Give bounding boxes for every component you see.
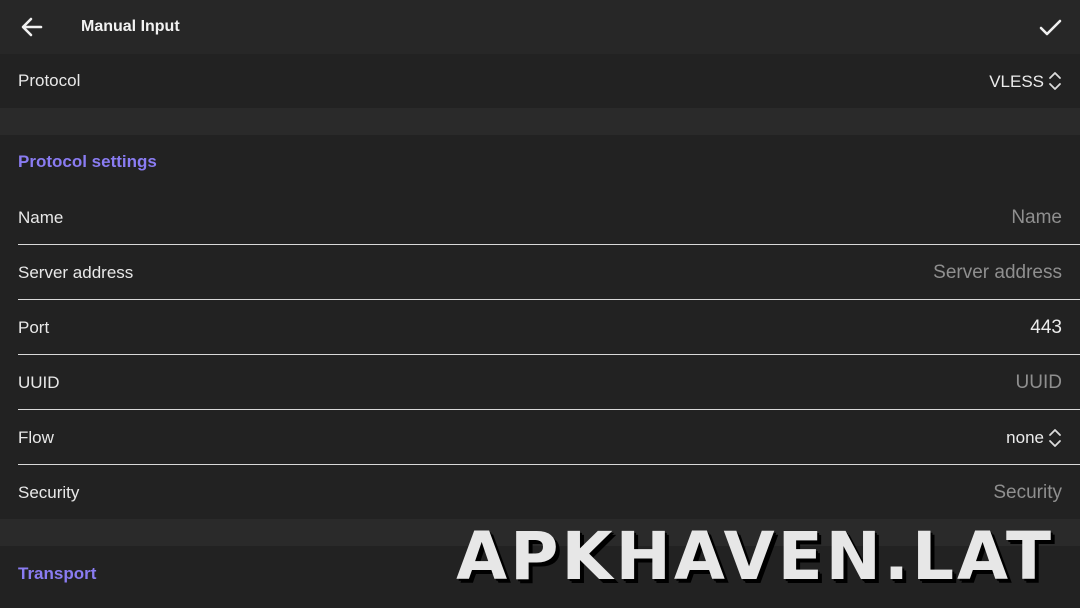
protocol-label: Protocol — [18, 71, 81, 90]
section-spacer — [0, 108, 1080, 135]
protocol-value[interactable]: VLESS — [989, 54, 1064, 108]
name-row: Name Name — [0, 190, 1080, 245]
uuid-field[interactable]: UUID — [1016, 355, 1062, 410]
protocol-settings-header: Protocol settings — [18, 152, 157, 171]
protocol-selected-value: VLESS — [989, 71, 1044, 91]
page-title: Manual Input — [81, 18, 180, 35]
port-field[interactable]: 443 — [1030, 300, 1062, 355]
uuid-row: UUID UUID — [0, 355, 1080, 410]
chevron-up-down-icon — [1049, 428, 1061, 447]
name-field[interactable]: Name — [1011, 190, 1062, 245]
name-label: Name — [18, 208, 64, 227]
flow-selector[interactable]: none — [1006, 410, 1064, 465]
security-field[interactable]: Security — [993, 465, 1062, 520]
uuid-label: UUID — [18, 373, 60, 392]
flow-selected-value: none — [1006, 428, 1044, 447]
top-app-bar: Manual Input — [0, 0, 1080, 54]
transport-section: Transport — [0, 546, 1080, 608]
server-address-field[interactable]: Server address — [933, 245, 1062, 300]
protocol-selector[interactable]: Protocol VLESS — [0, 54, 1080, 108]
arrow-left-icon[interactable] — [18, 13, 46, 41]
flow-label: Flow — [18, 428, 54, 447]
protocol-settings-section: Protocol settings Name Name Server addre… — [0, 135, 1080, 519]
server-address-label: Server address — [18, 263, 134, 282]
port-label: Port — [18, 318, 50, 337]
server-address-row: Server address Server address — [0, 245, 1080, 300]
security-row: Security Security — [0, 465, 1080, 520]
transport-header: Transport — [18, 564, 97, 583]
security-label: Security — [18, 483, 80, 502]
section-spacer — [0, 519, 1080, 546]
chevron-up-down-icon — [1049, 72, 1061, 90]
port-row: Port 443 — [0, 300, 1080, 355]
manual-input-screen: Manual Input Protocol VLESS Protocol set… — [0, 0, 1080, 608]
flow-row[interactable]: Flow none — [0, 410, 1080, 465]
check-icon[interactable] — [1036, 13, 1064, 41]
